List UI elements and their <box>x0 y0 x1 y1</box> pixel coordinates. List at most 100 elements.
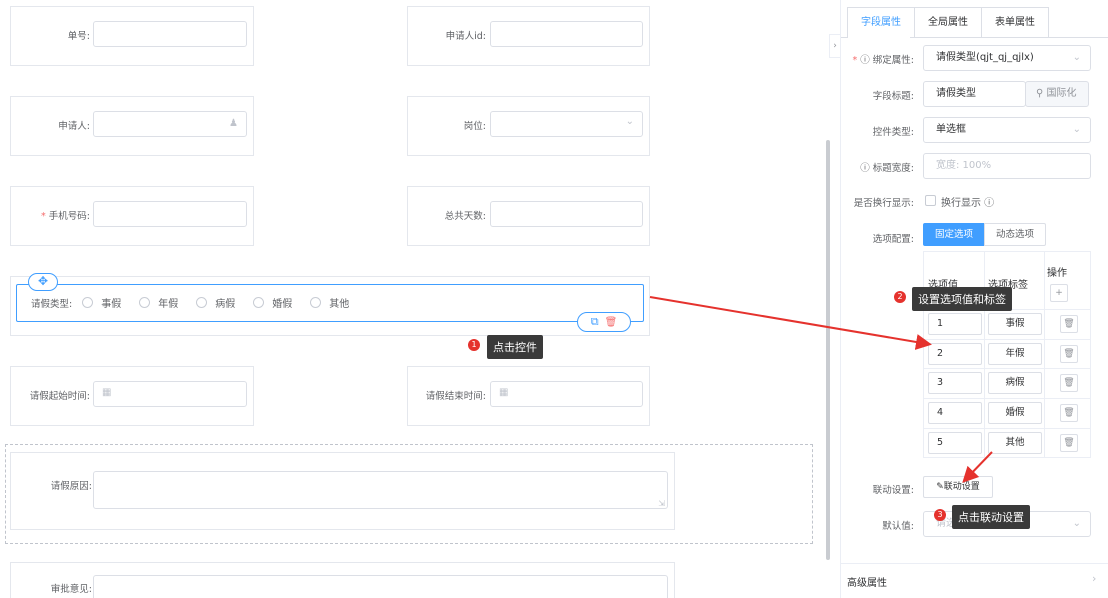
option-value-input[interactable]: 3 <box>928 372 982 394</box>
field-cell-order-no[interactable]: 单号: <box>10 6 254 66</box>
annotation-tooltip: 点击控件 <box>487 335 543 359</box>
chevron-down-icon: ⌄ <box>625 116 634 127</box>
linkage-settings-button[interactable]: ✎联动设置 <box>923 476 993 498</box>
bind-label: * ⓘ 绑定属性: <box>852 55 915 66</box>
delete-option-icon[interactable]: 🗑 <box>1060 315 1078 333</box>
phone-label: 手机号码: <box>48 211 90 222</box>
chevron-down-icon: ⌄ <box>1072 518 1081 529</box>
i18n-button[interactable]: ⚲ 国际化 <box>1025 81 1089 107</box>
form-canvas: 单号: 申请人id: 申请人: ♟ 岗位: ⌄ * 手机号码: 总共天数: 请假… <box>0 0 830 598</box>
control-label: 控件类型: <box>872 127 914 138</box>
step-badge: 1 <box>468 339 480 351</box>
delete-option-icon[interactable]: 🗑 <box>1060 374 1078 392</box>
radio-circle <box>139 297 151 308</box>
fixed-options-button[interactable]: 固定选项 <box>923 223 985 246</box>
drag-move-icon[interactable]: ✥ <box>28 273 58 291</box>
radio-option[interactable]: 婚假 <box>253 295 292 310</box>
wrap-checkbox[interactable] <box>925 195 936 206</box>
start-time-picker[interactable]: ▦ <box>93 381 247 407</box>
field-cell-total-days[interactable]: 总共天数: <box>407 186 650 246</box>
linkage-label: 联动设置: <box>872 485 914 496</box>
search-icon: ⚲ <box>1036 88 1044 99</box>
field-cell-position[interactable]: 岗位: ⌄ <box>407 96 650 156</box>
option-config-label: 选项配置: <box>872 234 914 245</box>
total-days-input[interactable] <box>490 201 643 227</box>
annotation-tooltip: 设置选项值和标签 <box>912 287 1012 311</box>
scrollbar[interactable] <box>826 140 830 560</box>
radio-circle <box>310 297 322 308</box>
field-cell-end-time[interactable]: 请假结束时间: ▦ <box>407 366 650 426</box>
width-label: ⓘ 标题宽度: <box>860 163 914 174</box>
option-value-input[interactable]: 1 <box>928 313 982 335</box>
radio-option[interactable]: 年假 <box>139 295 178 310</box>
collapse-panel-icon[interactable]: › <box>829 34 840 58</box>
field-label: 申请人id: <box>445 31 486 42</box>
field-cell-start-time[interactable]: 请假起始时间: ▦ <box>10 366 254 426</box>
radio-option[interactable]: 事假 <box>82 295 121 310</box>
approval-textarea[interactable] <box>93 575 668 598</box>
option-label-input[interactable]: 年假 <box>988 343 1042 365</box>
field-label: 请假结束时间: <box>425 391 486 402</box>
option-value-input[interactable]: 5 <box>928 432 982 454</box>
option-label-input[interactable]: 事假 <box>988 313 1042 335</box>
phone-input[interactable] <box>93 201 247 227</box>
option-label-input[interactable]: 婚假 <box>988 402 1042 424</box>
option-value-input[interactable]: 4 <box>928 402 982 424</box>
delete-option-icon[interactable]: 🗑 <box>1060 345 1078 363</box>
tab-form-props[interactable]: 表单属性 <box>981 7 1049 38</box>
tab-global-props[interactable]: 全局属性 <box>914 7 981 38</box>
option-label-input[interactable]: 病假 <box>988 372 1042 394</box>
annotation-tooltip: 点击联动设置 <box>952 505 1030 529</box>
field-cell-applicant-id[interactable]: 申请人id: <box>407 6 650 66</box>
reason-textarea[interactable]: ⇲ <box>93 471 668 509</box>
radio-option[interactable]: 其他 <box>310 295 349 310</box>
field-cell-applicant[interactable]: 申请人: ♟ <box>10 96 254 156</box>
field-cell-reason[interactable]: 请假原因: ⇲ <box>10 452 675 530</box>
row-divider <box>924 339 1091 340</box>
width-input[interactable]: 宽度: 100% <box>923 153 1091 179</box>
leave-type-row: 请假类型: 事假 年假 病假 婚假 其他 <box>31 295 367 310</box>
tab-field-props[interactable]: 字段属性 <box>847 7 914 38</box>
field-cell-phone[interactable]: * 手机号码: <box>10 186 254 246</box>
property-panel: 字段属性 全局属性 表单属性 * ⓘ 绑定属性: 请假类型(qjt_qj_qjl… <box>840 0 1108 598</box>
step-badge: 3 <box>934 509 946 521</box>
row-divider <box>924 428 1091 429</box>
field-cell-approval[interactable]: 审批意见: <box>10 562 675 598</box>
delete-option-icon[interactable]: 🗑 <box>1060 434 1078 452</box>
row-divider <box>924 398 1091 399</box>
step-badge: 2 <box>894 291 906 303</box>
advanced-props-header[interactable]: 高级属性 <box>847 574 887 589</box>
field-label: 总共天数: <box>444 211 486 222</box>
panel-tabs: 字段属性 全局属性 表单属性 <box>847 7 1049 38</box>
dynamic-options-button[interactable]: 动态选项 <box>984 223 1046 246</box>
position-select[interactable]: ⌄ <box>490 111 643 137</box>
applicant-input[interactable]: ♟ <box>93 111 247 137</box>
delete-option-icon[interactable]: 🗑 <box>1060 404 1078 422</box>
end-time-picker[interactable]: ▦ <box>490 381 643 407</box>
radio-option[interactable]: 病假 <box>196 295 235 310</box>
control-actions: ⧉ 🗑 <box>577 312 631 332</box>
radio-circle <box>253 297 265 308</box>
options-table: 选项值 选项标签 操作 + 1 事假 🗑 2 年假 🗑 3 病假 🗑 4 婚假 … <box>923 251 1091 458</box>
field-label: 申请人: <box>58 121 90 132</box>
chevron-right-icon[interactable]: › <box>1092 572 1096 585</box>
wrap-label: 是否换行显示: <box>853 198 914 209</box>
row-divider <box>924 368 1091 369</box>
radio-circle <box>82 297 94 308</box>
copy-icon[interactable]: ⧉ <box>591 315 599 329</box>
option-value-input[interactable]: 2 <box>928 343 982 365</box>
field-label: 岗位: <box>463 121 486 132</box>
title-input[interactable]: 请假类型 <box>923 81 1026 107</box>
delete-icon[interactable]: 🗑 <box>605 317 618 328</box>
bind-select[interactable]: 请假类型(qjt_qj_qjlx) ⌄ <box>923 45 1091 71</box>
option-label-input[interactable]: 其他 <box>988 432 1042 454</box>
divider <box>841 563 1108 564</box>
control-type-select[interactable]: 单选框 ⌄ <box>923 117 1091 143</box>
order-no-input[interactable] <box>93 21 247 47</box>
chevron-down-icon: ⌄ <box>1072 52 1081 63</box>
required-mark: * <box>41 211 46 222</box>
calendar-icon: ▦ <box>102 387 112 398</box>
add-option-button[interactable]: + <box>1050 284 1068 302</box>
applicant-id-input[interactable] <box>490 21 643 47</box>
selected-control-frame[interactable]: 请假类型: 事假 年假 病假 婚假 其他 <box>16 284 644 322</box>
